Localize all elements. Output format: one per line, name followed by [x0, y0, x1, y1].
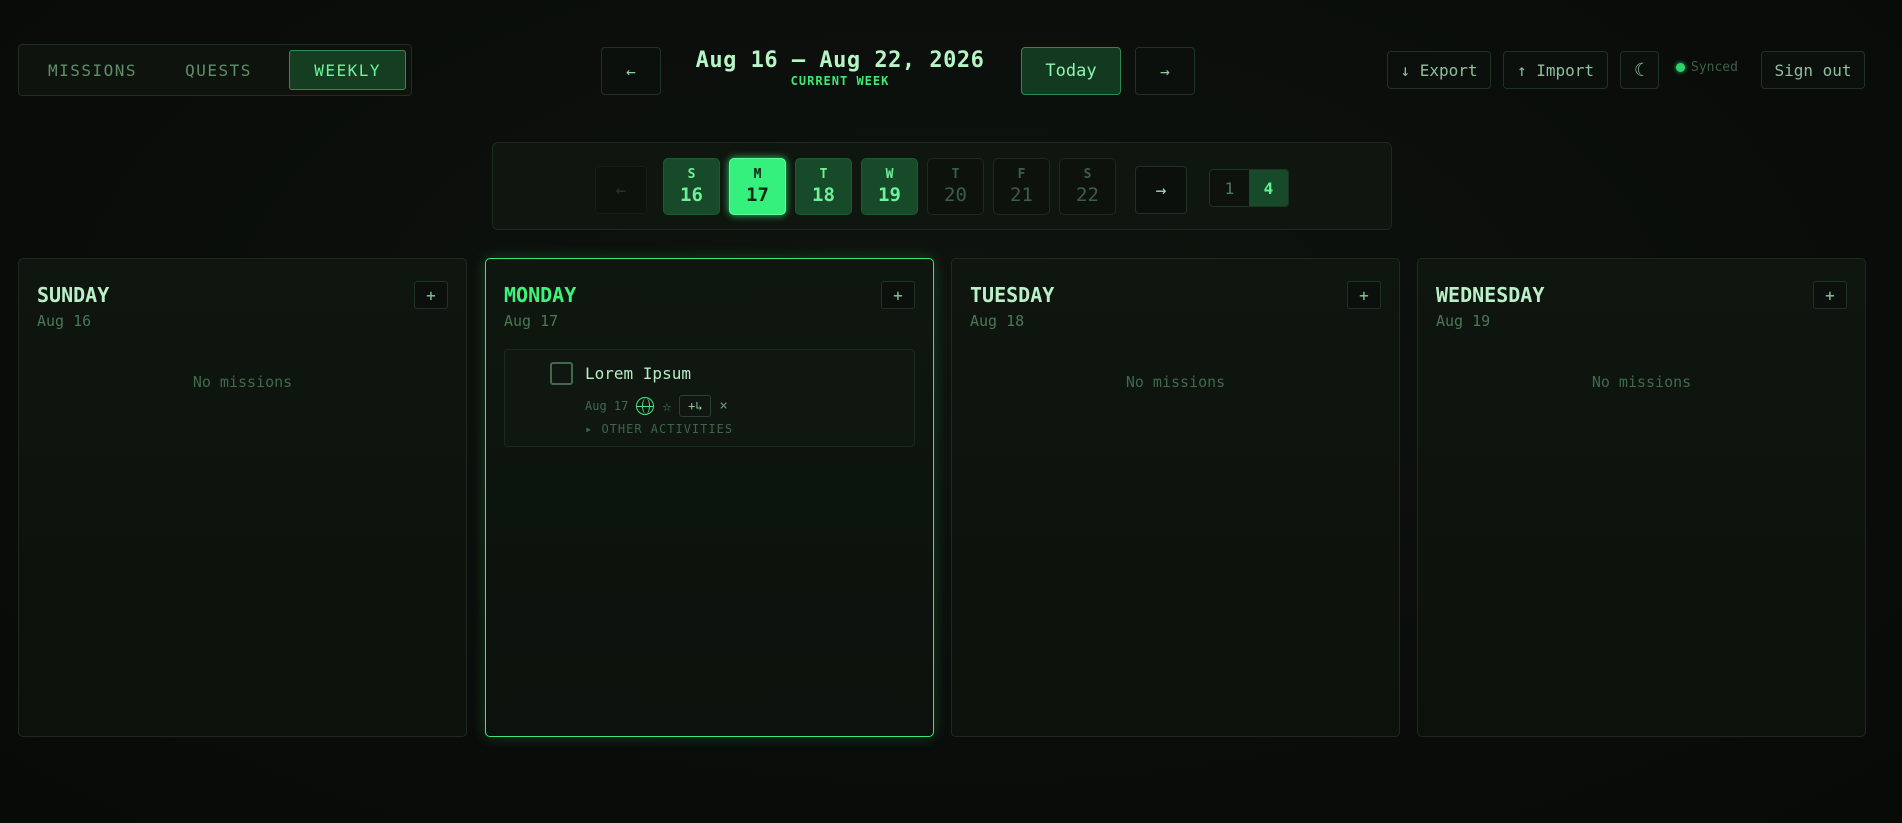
- day-chip-number: 19: [878, 183, 901, 206]
- mission-title[interactable]: Lorem Ipsum: [585, 364, 691, 383]
- import-button[interactable]: ↑ Import: [1503, 51, 1608, 89]
- day-column-sunday: SUNDAY Aug 16 + No missions: [18, 258, 467, 737]
- day-chip-number: 17: [746, 183, 769, 206]
- day-strip: ← S 16 M 17 T 18 W 19 T 20 F 21 S 22 → 1…: [492, 142, 1392, 230]
- other-activities-toggle[interactable]: ▸ OTHER ACTIVITIES: [585, 422, 733, 436]
- globe-icon[interactable]: [636, 397, 655, 415]
- day-chip-letter: M: [753, 166, 762, 182]
- day-column-wednesday: WEDNESDAY Aug 19 + No missions: [1417, 258, 1866, 737]
- week-subtitle: CURRENT WEEK: [790, 74, 890, 88]
- sync-status-label: Synced: [1691, 60, 1738, 75]
- day-column-title: TUESDAY: [970, 283, 1055, 307]
- day-chip-letter: T: [819, 166, 828, 182]
- add-subtask-button[interactable]: +↳: [679, 395, 712, 417]
- next-week-button[interactable]: →: [1135, 47, 1195, 95]
- day-chip-letter: F: [1017, 166, 1026, 182]
- tab-weekly[interactable]: WEEKLY: [289, 50, 406, 90]
- day-chip-number: 18: [812, 183, 835, 206]
- tab-quests[interactable]: QUESTS: [161, 50, 276, 90]
- day-column-date: Aug 18: [970, 312, 1025, 330]
- day-chip-number: 22: [1076, 183, 1099, 206]
- add-mission-button[interactable]: +: [414, 281, 448, 309]
- empty-state: No missions: [1125, 373, 1226, 391]
- day-column-date: Aug 16: [37, 312, 92, 330]
- add-mission-button[interactable]: +: [1347, 281, 1381, 309]
- view-tabs: MISSIONS QUESTS WEEKLY: [18, 44, 412, 96]
- day-column-date: Aug 19: [1436, 312, 1491, 330]
- day-chip-18[interactable]: T 18: [795, 158, 852, 215]
- page-1-button[interactable]: 1: [1210, 170, 1249, 206]
- page-switch: 1 4: [1209, 169, 1289, 207]
- page-4-button[interactable]: 4: [1249, 170, 1288, 206]
- day-chip-20[interactable]: T 20: [927, 158, 984, 215]
- day-column-title: SUNDAY: [37, 283, 110, 307]
- week-title: Aug 16 – Aug 22, 2026 CURRENT WEEK: [680, 48, 1000, 88]
- sync-status: Synced: [1676, 60, 1738, 75]
- day-chip-letter: S: [687, 166, 696, 182]
- day-chip-16[interactable]: S 16: [663, 158, 720, 215]
- day-column-title: MONDAY: [504, 283, 577, 307]
- day-column-title: WEDNESDAY: [1436, 283, 1545, 307]
- day-chip-letter: S: [1083, 166, 1092, 182]
- sign-out-button[interactable]: Sign out: [1761, 51, 1865, 89]
- day-chip-letter: W: [885, 166, 894, 182]
- add-mission-button[interactable]: +: [881, 281, 915, 309]
- day-column-monday: MONDAY Aug 17 + Lorem Ipsum Aug 17 ☆ +↳ …: [485, 258, 934, 737]
- today-button[interactable]: Today: [1021, 47, 1121, 95]
- week-range: Aug 16 – Aug 22, 2026: [695, 48, 985, 73]
- strip-prev-button[interactable]: ←: [595, 166, 647, 214]
- empty-state: No missions: [192, 373, 293, 391]
- prev-week-button[interactable]: ←: [601, 47, 661, 95]
- theme-toggle-icon[interactable]: ☾: [1620, 51, 1659, 89]
- day-chip-letter: T: [951, 166, 960, 182]
- day-chip-number: 20: [944, 183, 967, 206]
- export-button[interactable]: ↓ Export: [1387, 51, 1491, 89]
- tab-missions[interactable]: MISSIONS: [24, 50, 161, 90]
- day-chip-number: 16: [680, 183, 703, 206]
- day-column-tuesday: TUESDAY Aug 18 + No missions: [951, 258, 1400, 737]
- day-chip-number: 21: [1010, 183, 1033, 206]
- day-column-date: Aug 17: [504, 312, 559, 330]
- delete-mission-button[interactable]: ×: [719, 398, 727, 414]
- day-chip-17[interactable]: M 17: [729, 158, 786, 215]
- mission-meta: Aug 17 ☆ +↳ ×: [585, 395, 728, 417]
- mission-checkbox[interactable]: [550, 362, 573, 385]
- star-icon[interactable]: ☆: [662, 397, 671, 415]
- mission-card[interactable]: Lorem Ipsum Aug 17 ☆ +↳ × ▸ OTHER ACTIVI…: [504, 349, 915, 447]
- empty-state: No missions: [1591, 373, 1692, 391]
- day-chip-19[interactable]: W 19: [861, 158, 918, 215]
- day-chip-21[interactable]: F 21: [993, 158, 1050, 215]
- sync-dot-icon: [1676, 63, 1685, 72]
- add-mission-button[interactable]: +: [1813, 281, 1847, 309]
- mission-date: Aug 17: [585, 399, 629, 413]
- strip-next-button[interactable]: →: [1135, 166, 1187, 214]
- day-chip-22[interactable]: S 22: [1059, 158, 1116, 215]
